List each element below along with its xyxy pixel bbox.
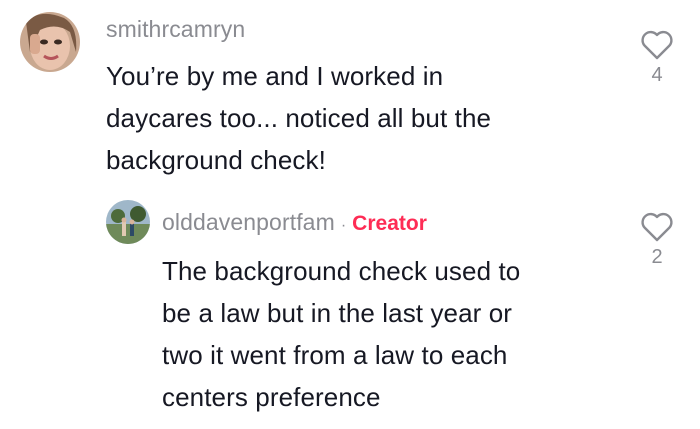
heart-outline-icon[interactable] bbox=[640, 212, 674, 242]
comment-text-line: The background check used to bbox=[162, 256, 521, 286]
avatar[interactable] bbox=[106, 200, 150, 244]
comment-username[interactable]: olddavenportfam bbox=[162, 209, 335, 236]
separator-dot: · bbox=[340, 217, 347, 234]
heart-outline-icon[interactable] bbox=[640, 30, 674, 60]
comment-text: You’re by me and I worked in daycares to… bbox=[106, 55, 596, 181]
comment-text-line: daycares too... noticed all but the bbox=[106, 103, 492, 133]
avatar[interactable] bbox=[20, 12, 80, 72]
comment-text-line: centers preference bbox=[162, 382, 381, 412]
like-button[interactable]: 2 bbox=[637, 212, 677, 269]
comment-text-line: be a law but in the last year or bbox=[162, 298, 513, 328]
comment-text-line: background check! bbox=[106, 145, 326, 175]
comment-text: The background check used to be a law bu… bbox=[162, 250, 602, 418]
reply-user-line: olddavenportfam · Creator bbox=[162, 209, 427, 236]
comment-text-line: You’re by me and I worked in bbox=[106, 61, 444, 91]
comment-text-line: two it went from a law to each bbox=[162, 340, 508, 370]
like-count: 2 bbox=[651, 246, 663, 268]
creator-badge: Creator bbox=[352, 212, 427, 235]
comment-username[interactable]: smithrcamryn bbox=[106, 16, 245, 43]
like-count: 4 bbox=[651, 64, 663, 86]
like-button[interactable]: 4 bbox=[637, 30, 677, 87]
